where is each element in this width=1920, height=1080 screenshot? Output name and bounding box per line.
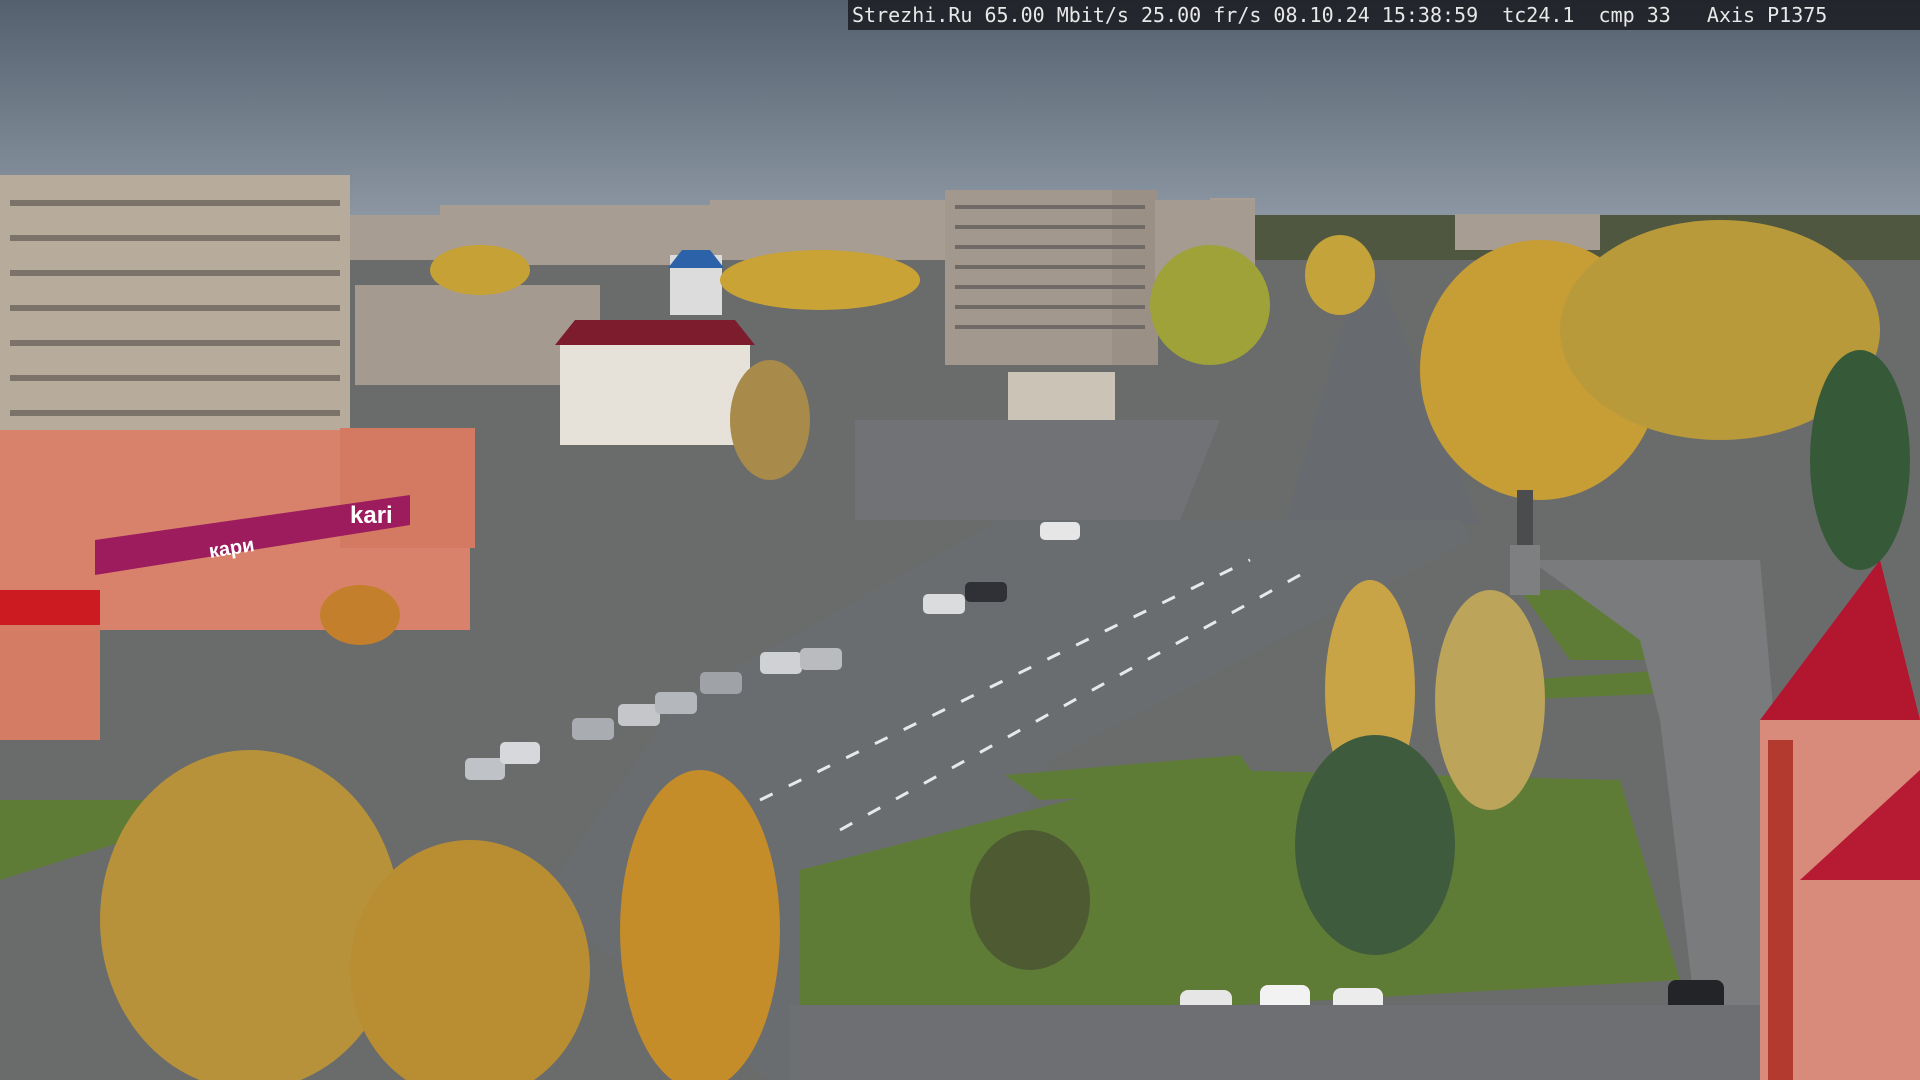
bottom-parking xyxy=(790,1005,1775,1080)
store-sign-kari: kari xyxy=(350,502,393,529)
camera-view: kari кари Strezhi.Ru 65.00 Mbit/s 25.00 … xyxy=(0,0,1920,1080)
street-scene: kari кари xyxy=(0,0,1920,1080)
camera-osd-overlay: Strezhi.Ru 65.00 Mbit/s 25.00 fr/s 08.10… xyxy=(848,0,1920,30)
low-building xyxy=(1008,372,1115,420)
parking-square xyxy=(855,420,1220,520)
